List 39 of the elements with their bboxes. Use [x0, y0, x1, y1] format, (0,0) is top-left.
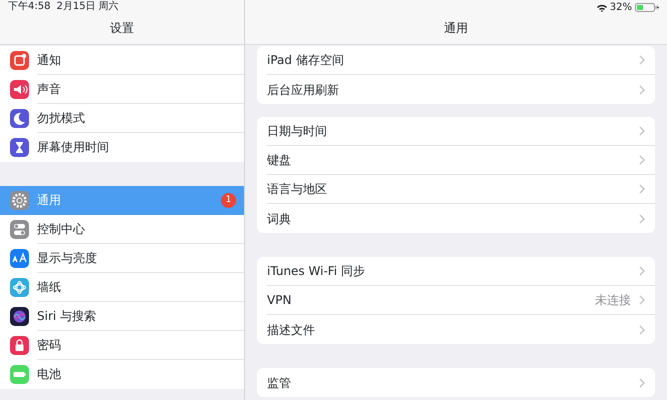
- chevron-icon: [639, 184, 645, 194]
- sidebar-item[interactable]: 密码: [0, 331, 244, 360]
- battery-percent: 32%: [610, 2, 632, 14]
- settings-row[interactable]: iPad 储存空间: [267, 46, 655, 75]
- chevron-icon: [639, 295, 645, 305]
- chevron-icon: [639, 126, 645, 136]
- sidebar-item[interactable]: 墙纸: [0, 273, 244, 302]
- sidebar-item[interactable]: 声音: [0, 75, 244, 104]
- settings-row[interactable]: VPN 未连接: [267, 286, 655, 315]
- sidebar-item[interactable]: 显示与亮度: [0, 244, 244, 273]
- sidebar-item[interactable]: 通知: [0, 46, 244, 75]
- sidebar-item[interactable]: 勿扰模式: [0, 104, 244, 133]
- sidebar-item[interactable]: 通用 1: [0, 186, 244, 215]
- chevron-icon: [639, 378, 645, 388]
- battery-icon: [635, 3, 659, 12]
- chevron-icon: [639, 266, 645, 276]
- settings-row[interactable]: iTunes Wi-Fi 同步: [267, 257, 655, 286]
- settings-row[interactable]: 后台应用刷新: [267, 75, 655, 104]
- settings-row[interactable]: 词典: [267, 204, 655, 233]
- sidebar-item[interactable]: 控制中心: [0, 215, 244, 244]
- wifi-icon: [596, 4, 607, 12]
- chevron-icon: [639, 84, 645, 94]
- settings-row[interactable]: 日期与时间: [267, 117, 655, 146]
- detail-title: 通用: [443, 20, 469, 37]
- settings-row[interactable]: 键盘: [267, 146, 655, 175]
- status-time: 下午4:58: [8, 1, 50, 14]
- sidebar-item[interactable]: 电池: [0, 360, 244, 389]
- notification-badge: 1: [221, 193, 236, 208]
- row-value: 未连接: [595, 292, 631, 309]
- sidebar-item[interactable]: Siri 与搜索: [0, 302, 244, 331]
- sidebar-title: 设置: [109, 20, 135, 37]
- chevron-icon: [639, 55, 645, 65]
- status-date: 2月15日 周六: [56, 1, 119, 14]
- settings-row[interactable]: 描述文件: [267, 315, 655, 344]
- chevron-icon: [639, 324, 645, 334]
- chevron-icon: [639, 155, 645, 165]
- settings-row[interactable]: 语言与地区: [267, 175, 655, 204]
- chevron-icon: [639, 214, 645, 224]
- sidebar-item[interactable]: 屏幕使用时间: [0, 133, 244, 162]
